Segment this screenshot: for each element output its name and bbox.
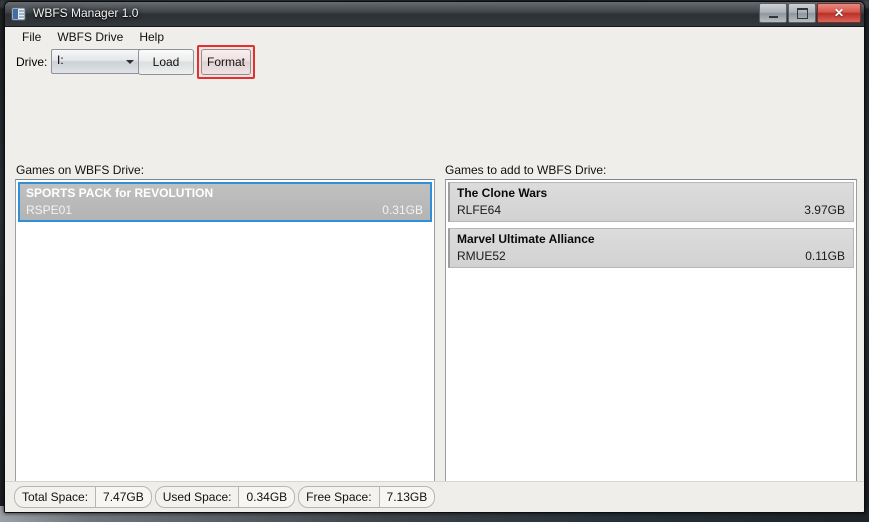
game-size: 0.31GB [382, 203, 423, 217]
game-title: SPORTS PACK for REVOLUTION [26, 186, 214, 200]
chevron-down-icon [126, 60, 134, 64]
list-item[interactable]: The Clone Wars RLFE64 3.97GB [448, 182, 854, 222]
game-id: RMUE52 [457, 249, 506, 263]
game-id: RLFE64 [457, 203, 502, 217]
used-space-label: Used Space: [154, 486, 240, 508]
window-controls: ✕ [759, 3, 861, 23]
application-window: WBFS Manager 1.0 ✕ File WBFS Drive Help … [4, 1, 865, 513]
game-size: 0.11GB [805, 249, 845, 263]
left-panel-label: Games on WBFS Drive: [16, 163, 145, 177]
list-item[interactable]: SPORTS PACK for REVOLUTION RSPE01 0.31GB [18, 182, 432, 222]
close-button[interactable]: ✕ [817, 3, 861, 23]
status-cells: Total Space: 7.47GB Used Space: 0.34GB F… [14, 486, 438, 508]
app-window-icon [11, 6, 27, 22]
games-to-add-list[interactable]: The Clone Wars RLFE64 3.97GB Marvel Ulti… [445, 179, 857, 512]
menu-item-file[interactable]: File [14, 28, 49, 46]
game-id-row: RMUE52 0.11GB [457, 248, 847, 264]
maximize-button[interactable] [788, 3, 816, 23]
minimize-icon [768, 15, 778, 18]
game-size: 3.97GB [804, 203, 845, 217]
drive-select-value: I: [57, 53, 64, 67]
drive-select[interactable]: I: [51, 49, 143, 74]
menu-bar: File WBFS Drive Help [5, 27, 864, 46]
drive-label: Drive: [16, 55, 48, 69]
menu-item-wbfs-drive[interactable]: WBFS Drive [49, 28, 131, 46]
game-id-row: RSPE01 0.31GB [26, 202, 425, 218]
total-space-value: 7.47GB [95, 486, 152, 508]
toolbar: Drive: I: Load Format [5, 45, 864, 80]
free-space-label: Free Space: [298, 486, 380, 508]
total-space-label: Total Space: [14, 486, 97, 508]
desktop-background: WBFS Manager 1.0 ✕ File WBFS Drive Help … [0, 0, 869, 522]
title-bar[interactable]: WBFS Manager 1.0 ✕ [5, 2, 864, 27]
window-title: WBFS Manager 1.0 [33, 6, 139, 20]
right-panel-label: Games to add to WBFS Drive: [445, 163, 607, 177]
used-space-value: 0.34GB [238, 486, 296, 508]
close-icon: ✕ [833, 6, 845, 20]
game-id: RSPE01 [26, 203, 73, 217]
status-bar: Total Space: 7.47GB Used Space: 0.34GB F… [5, 481, 864, 512]
minimize-button[interactable] [759, 3, 787, 23]
free-space-value: 7.13GB [378, 486, 436, 508]
format-button[interactable]: Format [201, 49, 251, 75]
maximize-icon [796, 7, 808, 19]
load-button[interactable]: Load [138, 49, 194, 75]
game-title: Marvel Ultimate Alliance [457, 232, 595, 246]
menu-item-help[interactable]: Help [131, 28, 172, 46]
wbfs-drive-games-list[interactable]: SPORTS PACK for REVOLUTION RSPE01 0.31GB [15, 179, 435, 512]
game-title: The Clone Wars [457, 186, 548, 200]
game-id-row: RLFE64 3.97GB [457, 202, 847, 218]
list-item[interactable]: Marvel Ultimate Alliance RMUE52 0.11GB [448, 228, 854, 268]
